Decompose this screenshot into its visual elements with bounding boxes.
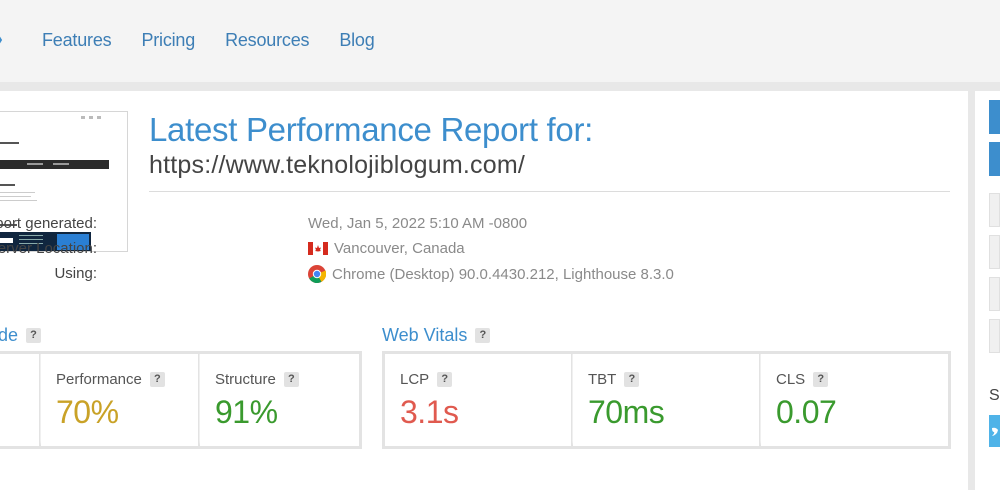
using-value: Chrome (Desktop) 90.0.4430.212, Lighthou… bbox=[308, 265, 674, 283]
metric-label: TBT ? bbox=[588, 371, 640, 388]
help-icon[interactable]: ? bbox=[26, 328, 42, 343]
performance-value: 70% bbox=[56, 394, 119, 430]
sidebar-button[interactable] bbox=[989, 193, 1000, 227]
help-icon[interactable]: ? bbox=[437, 372, 453, 387]
lcp-value: 3.1s bbox=[400, 394, 459, 430]
grade-title-text: de bbox=[0, 325, 19, 345]
sidebar-button[interactable] bbox=[989, 235, 1000, 269]
meta-row-generated: Report generated: Wed, Jan 5, 2022 5:10 … bbox=[0, 215, 800, 237]
twitter-icon bbox=[992, 427, 998, 436]
cls-label: CLS bbox=[776, 371, 806, 388]
tbt-metric: TBT ? 70ms bbox=[573, 354, 760, 446]
share-heading: S bbox=[989, 387, 1000, 404]
report-url[interactable]: https://www.teknolojiblogum.com/ bbox=[149, 151, 525, 180]
sidebar-button[interactable] bbox=[989, 277, 1000, 311]
lcp-metric: LCP ? 3.1s bbox=[385, 354, 572, 446]
metric-label: LCP ? bbox=[400, 371, 453, 388]
nav-pricing[interactable]: Pricing bbox=[141, 30, 195, 51]
divider bbox=[149, 191, 950, 192]
metric-label: CLS ? bbox=[776, 371, 829, 388]
web-vitals-title-text: Web Vitals bbox=[382, 325, 468, 345]
using-value-text: Chrome (Desktop) 90.0.4430.212, Lighthou… bbox=[332, 265, 674, 283]
top-navigation-bar: Features Pricing Resources Blog bbox=[0, 0, 1000, 82]
generated-label: Report generated: bbox=[0, 215, 97, 232]
performance-metric: Performance ? 70% bbox=[41, 354, 199, 446]
sidebar-button[interactable] bbox=[989, 100, 1000, 134]
tbt-label: TBT bbox=[588, 371, 617, 388]
main-nav: Features Pricing Resources Blog bbox=[42, 30, 405, 51]
gtmetrix-grade-title: de ? bbox=[0, 325, 42, 346]
lcp-label: LCP bbox=[400, 371, 430, 388]
metric-label: Performance ? bbox=[56, 371, 165, 388]
chrome-icon bbox=[308, 265, 326, 283]
structure-metric: Structure ? 91% bbox=[200, 354, 359, 446]
structure-label: Structure bbox=[215, 371, 276, 388]
location-label: Test Server Location: bbox=[0, 240, 97, 257]
cls-value: 0.07 bbox=[776, 394, 837, 430]
tbt-value: 70ms bbox=[588, 394, 665, 430]
location-value-text: Vancouver, Canada bbox=[334, 240, 465, 257]
structure-value: 91% bbox=[215, 394, 278, 430]
help-icon[interactable]: ? bbox=[283, 372, 299, 387]
grade-cell bbox=[0, 354, 40, 446]
generated-value: Wed, Jan 5, 2022 5:10 AM -0800 bbox=[308, 215, 527, 232]
help-icon[interactable]: ? bbox=[475, 328, 491, 343]
cls-metric: CLS ? 0.07 bbox=[761, 354, 948, 446]
grade-panel: Performance ? 70% Structure ? 91% bbox=[0, 351, 362, 449]
generated-value-text: Wed, Jan 5, 2022 5:10 AM -0800 bbox=[308, 215, 528, 232]
help-icon[interactable]: ? bbox=[813, 372, 829, 387]
nav-blog[interactable]: Blog bbox=[339, 30, 374, 51]
nav-features[interactable]: Features bbox=[42, 30, 112, 51]
report-card: Latest Performance Report for: https://w… bbox=[0, 91, 968, 490]
meta-row-location: Test Server Location: Vancouver, Canada bbox=[0, 240, 800, 262]
twitter-share-button[interactable] bbox=[989, 415, 1000, 447]
report-title: Latest Performance Report for: bbox=[149, 111, 594, 148]
web-vitals-panel: LCP ? 3.1s TBT ? 70ms CLS ? 0.07 bbox=[382, 351, 951, 449]
meta-row-using: Using: Chrome (Desktop) 90.0.4430.212, L… bbox=[0, 265, 800, 287]
right-sidebar: S bbox=[975, 91, 1000, 490]
help-icon[interactable]: ? bbox=[149, 372, 165, 387]
using-label: Using: bbox=[54, 265, 97, 282]
help-icon[interactable]: ? bbox=[624, 372, 640, 387]
metric-label: Structure ? bbox=[215, 371, 299, 388]
sidebar-button[interactable] bbox=[989, 319, 1000, 353]
sidebar-button[interactable] bbox=[989, 142, 1000, 176]
location-value: Vancouver, Canada bbox=[308, 240, 465, 257]
logo[interactable] bbox=[0, 22, 12, 62]
canada-flag-icon bbox=[308, 242, 328, 255]
web-vitals-title: Web Vitals ? bbox=[382, 325, 491, 346]
nav-resources[interactable]: Resources bbox=[225, 30, 309, 51]
performance-label: Performance bbox=[56, 371, 142, 388]
